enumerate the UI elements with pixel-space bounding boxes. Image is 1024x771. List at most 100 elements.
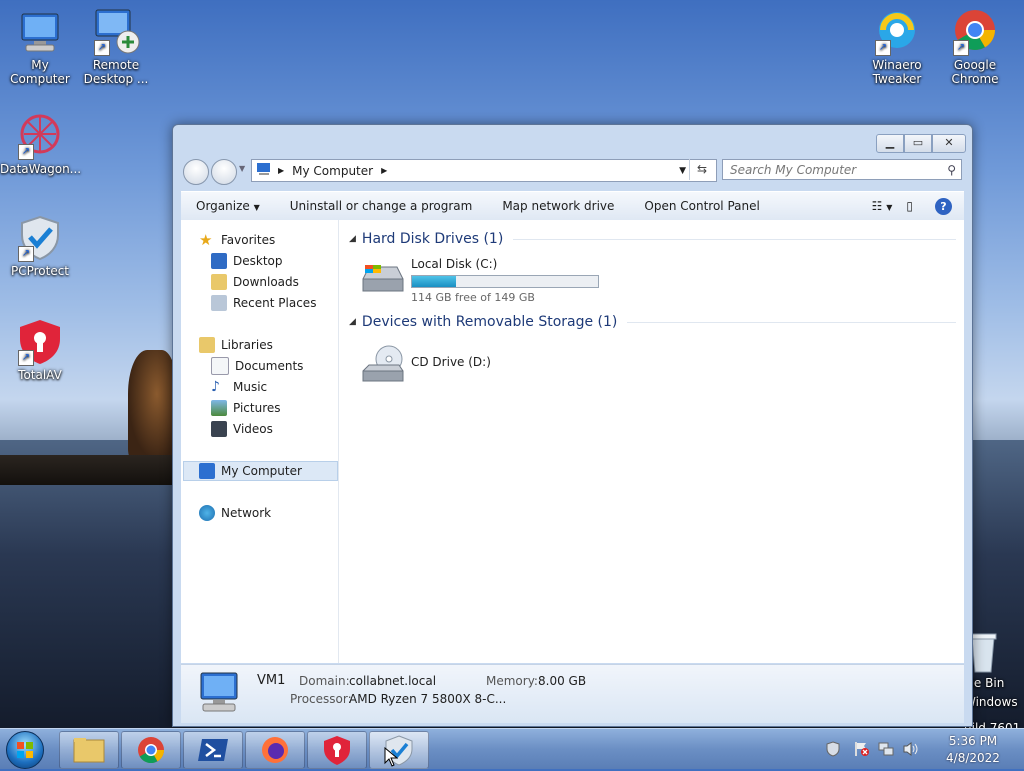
group-header-hard-disk[interactable]: ◢ Hard Disk Drives (1) (349, 229, 956, 249)
desktop-icon-winaero-tweaker[interactable]: ↗ Winaero Tweaker (857, 8, 937, 86)
shield-check-icon (385, 735, 413, 766)
navigation-pane: ★ Favorites Desktop Downloads Recent Plac… (181, 220, 339, 663)
uninstall-program-button[interactable]: Uninstall or change a program (275, 199, 488, 213)
organize-button[interactable]: Organize ▼ (181, 199, 275, 213)
shortcut-arrow-icon: ↗ (18, 246, 34, 262)
nav-videos[interactable]: Videos (211, 419, 273, 439)
totalav-shield-icon (324, 736, 350, 765)
shield-check-icon: ↗ (16, 214, 64, 262)
nav-recent-places[interactable]: Recent Places (211, 293, 316, 313)
videos-icon (211, 421, 227, 437)
firefox-icon (262, 737, 288, 763)
view-options-icon[interactable]: ☷ ▼ (872, 199, 893, 213)
shortcut-arrow-icon: ↗ (18, 350, 34, 366)
domain-value: collabnet.local (349, 674, 437, 688)
desktop-icon-google-chrome[interactable]: ↗ Google Chrome (935, 8, 1015, 86)
help-icon[interactable]: ? (935, 197, 952, 215)
chevron-down-icon: ▼ (253, 203, 260, 212)
start-button[interactable] (6, 731, 44, 769)
computer-small-icon (199, 463, 215, 479)
drive-local-disk-c[interactable]: Local Disk (C:) 114 GB free of 149 GB (359, 257, 619, 304)
shortcut-arrow-icon: ↗ (94, 40, 110, 56)
taskbar-totalav-button[interactable] (307, 731, 367, 769)
maximize-button[interactable]: ▭ (904, 134, 932, 153)
nav-music[interactable]: ♪ Music (211, 377, 267, 397)
breadcrumb-arrow-icon[interactable]: ▶ (381, 166, 387, 175)
preview-pane-icon[interactable]: ▯ (906, 199, 913, 213)
nav-documents[interactable]: Documents (211, 356, 303, 376)
map-network-drive-button[interactable]: Map network drive (487, 199, 629, 213)
powershell-icon (198, 739, 228, 761)
windows-logo-icon (17, 742, 33, 758)
drive-cd-d[interactable]: CD Drive (D:) (359, 341, 559, 387)
nav-favorites[interactable]: ★ Favorites (199, 230, 275, 250)
mouse-cursor-icon (384, 746, 399, 770)
search-icon[interactable]: ⚲ (947, 160, 956, 181)
explorer-window[interactable]: ▁ ▭ ✕ ▼ ▶ My Computer ▶ ▼ ⇆ Search My Co… (172, 124, 973, 727)
details-pane: VM1 Domain: collabnet.local Memory: 8.00… (181, 664, 964, 723)
desktop-folder-icon (211, 253, 227, 269)
taskbar-chrome-button[interactable] (121, 731, 181, 769)
cd-drive-icon (359, 341, 407, 392)
datawagon-icon: ↗ (16, 112, 64, 160)
address-dropdown-icon[interactable]: ▼ (679, 166, 686, 176)
network-globe-icon (199, 505, 215, 521)
collapse-triangle-icon[interactable]: ◢ (349, 317, 356, 327)
shortcut-arrow-icon: ↗ (18, 144, 34, 160)
processor-value: AMD Ryzen 7 5800X 8-C... (349, 692, 507, 706)
computer-small-icon (256, 162, 272, 179)
address-bar[interactable]: ▶ My Computer ▶ ▼ (251, 159, 717, 182)
desktop-icon-my-computer[interactable]: My Computer (0, 8, 80, 86)
libraries-folder-icon (199, 337, 215, 353)
navigation-bar: ▼ ▶ My Computer ▶ ▼ ⇆ Search My Computer… (181, 158, 964, 185)
desktop-icon-pcprotect[interactable]: ↗ PCProtect (0, 214, 80, 278)
taskbar-explorer-button[interactable] (59, 731, 119, 769)
documents-icon (211, 357, 229, 375)
desktop-icon-remote-desktop[interactable]: ↗ Remote Desktop ... (76, 8, 156, 86)
nav-libraries[interactable]: Libraries (199, 335, 273, 355)
wallpaper-rock (128, 350, 176, 460)
volume-tray-icon[interactable] (902, 741, 920, 760)
clock-date[interactable]: 4/8/2022 (936, 751, 1010, 765)
close-button[interactable]: ✕ (932, 134, 966, 153)
address-location[interactable]: My Computer (292, 164, 373, 178)
taskbar-firefox-button[interactable] (245, 731, 305, 769)
nav-my-computer[interactable]: My Computer (199, 461, 302, 481)
folder-icon (73, 738, 105, 763)
recent-places-icon (211, 295, 227, 311)
action-center-flag-icon[interactable] (854, 741, 870, 760)
taskbar-pcprotect-button[interactable] (369, 731, 429, 769)
breadcrumb-arrow-icon[interactable]: ▶ (278, 166, 284, 175)
taskbar: 5:36 PM 4/8/2022 (0, 728, 1024, 769)
back-button[interactable] (183, 159, 209, 185)
desktop-icon-totalav[interactable]: ↗ TotalAV (0, 318, 80, 382)
shortcut-arrow-icon: ↗ (875, 40, 891, 56)
shortcut-arrow-icon: ↗ (953, 40, 969, 56)
security-shield-tray-icon[interactable] (826, 741, 840, 760)
computer-icon (16, 8, 64, 56)
system-tray: 5:36 PM 4/8/2022 (826, 729, 1016, 769)
music-note-icon: ♪ (211, 379, 220, 395)
nav-downloads[interactable]: Downloads (211, 272, 299, 292)
network-tray-icon[interactable] (878, 741, 894, 760)
winaero-icon: ↗ (873, 8, 921, 56)
nav-pictures[interactable]: Pictures (211, 398, 281, 418)
open-control-panel-button[interactable]: Open Control Panel (629, 199, 774, 213)
nav-network[interactable]: Network (199, 503, 271, 523)
forward-button[interactable] (211, 159, 237, 185)
clock-time[interactable]: 5:36 PM (936, 734, 1010, 748)
collapse-triangle-icon[interactable]: ◢ (349, 234, 356, 244)
group-header-removable[interactable]: ◢ Devices with Removable Storage (1) (349, 312, 956, 332)
computer-name: VM1 (257, 673, 286, 688)
desktop-icon-datawagon[interactable]: ↗ DataWagon... (0, 112, 81, 176)
wallpaper-shore (0, 455, 175, 485)
taskbar-powershell-button[interactable] (183, 731, 243, 769)
nav-desktop[interactable]: Desktop (211, 251, 283, 271)
minimize-button[interactable]: ▁ (876, 134, 904, 153)
search-input[interactable]: Search My Computer ⚲ (722, 159, 962, 180)
refresh-icon[interactable]: ⇆ (689, 159, 714, 180)
history-dropdown-icon[interactable]: ▼ (239, 164, 245, 173)
star-icon: ★ (199, 231, 213, 249)
pictures-icon (211, 400, 227, 416)
content-area: ★ Favorites Desktop Downloads Recent Plac… (181, 220, 964, 663)
